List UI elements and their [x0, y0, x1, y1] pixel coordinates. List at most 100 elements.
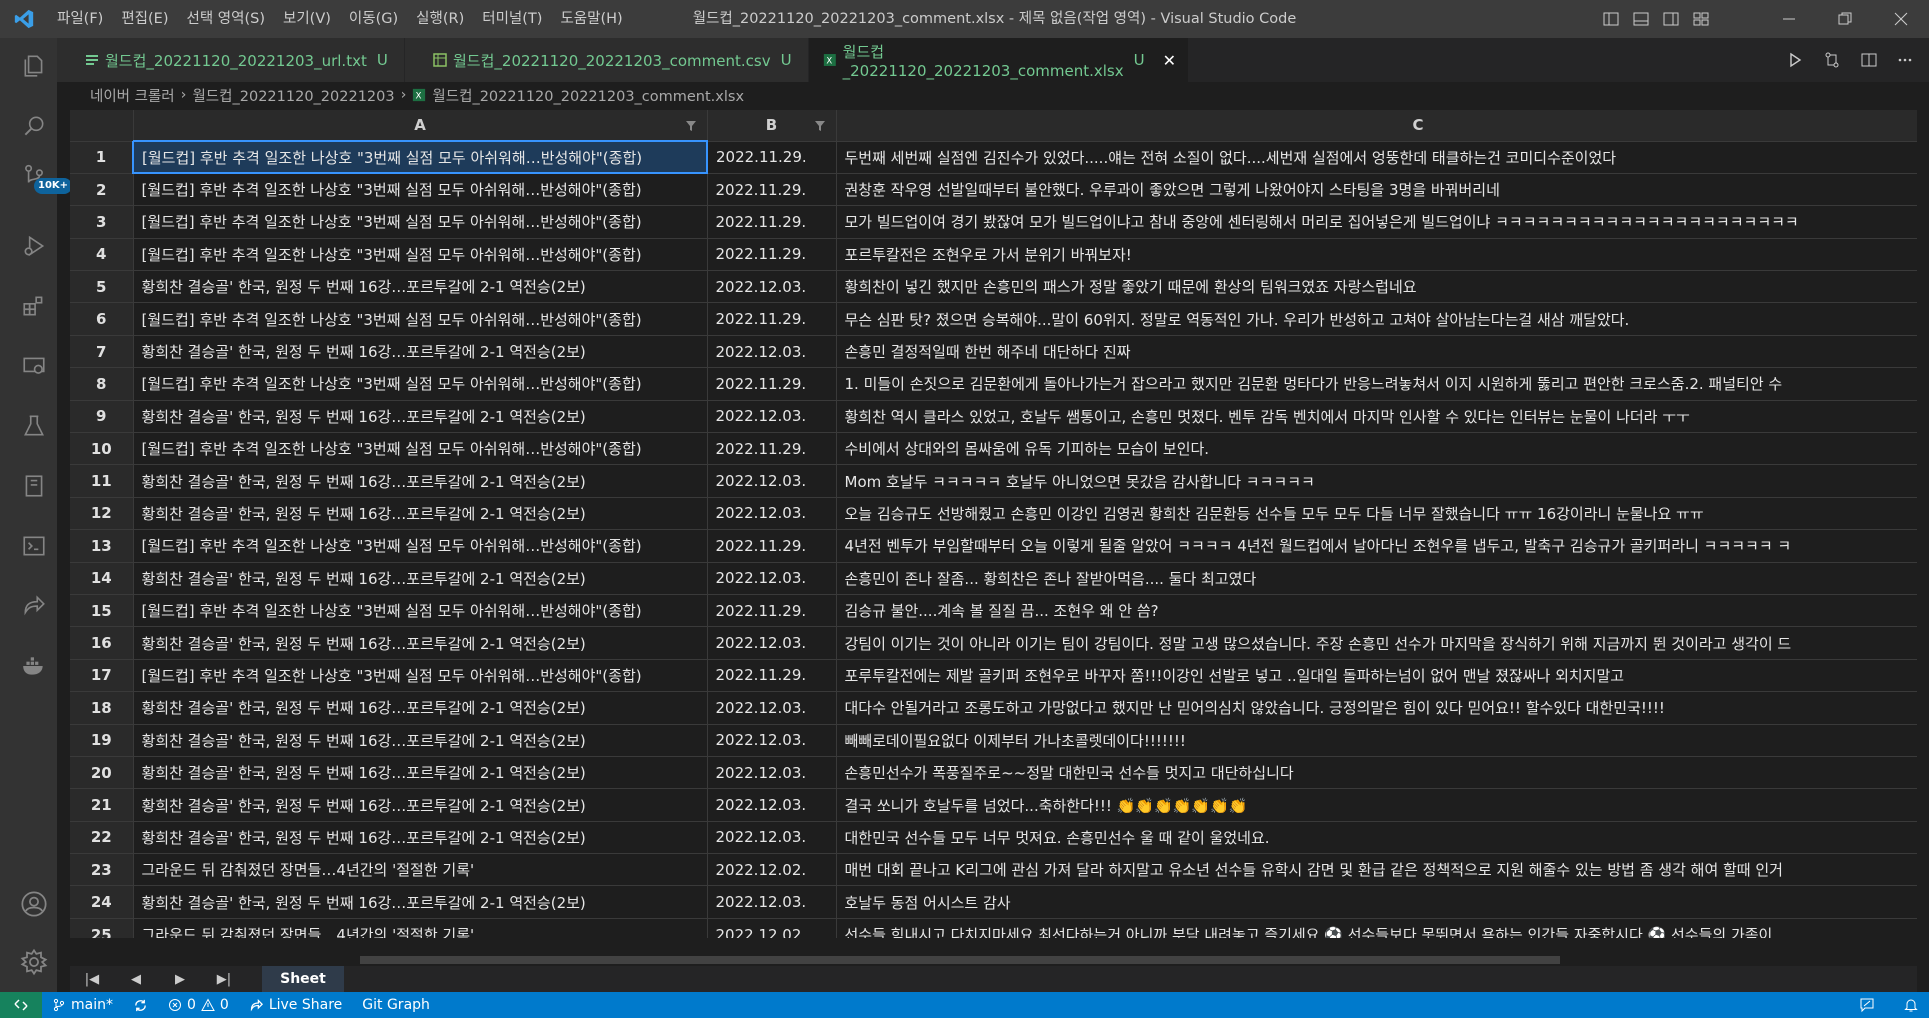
menu-run[interactable]: 실행(R) — [407, 0, 473, 38]
cell-comment[interactable]: Mom 호날두 ㅋㅋㅋㅋㅋ 호날두 아니었으면 못갔음 감사합니다 ㅋㅋㅋㅋㅋ — [836, 464, 1917, 498]
menu-edit[interactable]: 편집(E) — [112, 0, 177, 38]
cell-comment[interactable]: 오늘 김승규도 선방해줬고 손흥민 이강인 김영권 황희찬 김문환등 선수들 모… — [836, 497, 1917, 531]
row-number[interactable]: 2 — [70, 173, 134, 207]
cell-title[interactable]: 황희찬 결승골' 한국, 원정 두 번째 16강…포르투갈에 2-1 역전승(2… — [133, 464, 708, 498]
cell-title[interactable]: [월드컵] 후반 추격 일조한 나상호 "3번째 실점 모두 아쉬워해…반성해야… — [133, 432, 708, 466]
cell-title[interactable]: 황희찬 결승골' 한국, 원정 두 번째 16강…포르투갈에 2-1 역전승(2… — [133, 400, 708, 434]
toggle-panel-icon[interactable] — [1633, 11, 1649, 27]
horizontal-scrollbar[interactable] — [360, 956, 1560, 964]
row-number[interactable]: 12 — [70, 497, 134, 531]
more-actions-icon[interactable] — [1897, 52, 1913, 68]
cell-comment[interactable]: 호날두 동점 어시스트 감사 — [836, 885, 1917, 919]
row-number[interactable]: 14 — [70, 562, 134, 595]
cell-date[interactable]: 2022.11.29. — [707, 594, 837, 628]
row-number[interactable]: 15 — [70, 594, 134, 628]
row-number[interactable]: 23 — [70, 853, 134, 887]
toggle-primary-sidebar-icon[interactable] — [1603, 11, 1619, 27]
cell-title[interactable]: 황희찬 결승골' 한국, 원정 두 번째 16강…포르투갈에 2-1 역전승(2… — [133, 335, 708, 369]
cell-date[interactable]: 2022.12.02. — [707, 853, 837, 887]
feedback-icon[interactable] — [1859, 997, 1875, 1013]
tab-comment-csv[interactable]: 월드컵_20221120_20221203_comment.csv U — [405, 38, 809, 82]
next-sheet-icon[interactable]: ▶ — [158, 972, 202, 987]
accounts-icon[interactable] — [10, 880, 57, 928]
cell-title[interactable]: [월드컵] 후반 추격 일조한 나상호 "3번째 실점 모두 아쉬워해…반성해야… — [133, 238, 708, 272]
menu-view[interactable]: 보기(V) — [274, 0, 340, 38]
row-number[interactable]: 8 — [70, 367, 134, 401]
cell-comment[interactable]: 황희찬이 넣긴 했지만 손흥민의 패스가 정말 좋았기 때문에 환상의 팀워크였… — [836, 270, 1917, 304]
cell-title[interactable]: 그라운드 뒤 감춰졌던 장면들…4년간의 '절절한 기록' — [133, 853, 708, 887]
row-number[interactable]: 1 — [70, 141, 134, 174]
tab-comment-xlsx[interactable]: X 월드컵_20221120_20221203_comment.xlsx U ✕ — [809, 38, 1189, 82]
notebook-icon[interactable] — [10, 462, 57, 510]
cell-comment[interactable]: 대한민국 선수들 모두 너무 멋져요. 손흥민선수 울 때 같이 울었네요. — [836, 821, 1917, 855]
row-number[interactable]: 22 — [70, 821, 134, 855]
split-editor-icon[interactable] — [1861, 52, 1877, 68]
prev-sheet-icon[interactable]: ◀ — [114, 972, 158, 987]
cell-date[interactable]: 2022.11.29. — [707, 367, 837, 401]
breadcrumb-item-file[interactable]: 월드컵_20221120_20221203_comment.xlsx — [432, 85, 744, 106]
cell-title[interactable]: [월드컵] 후반 추격 일조한 나상호 "3번째 실점 모두 아쉬워해…반성해야… — [133, 594, 708, 628]
cell-title[interactable]: [월드컵] 후반 추격 일조한 나상호 "3번째 실점 모두 아쉬워해…반성해야… — [133, 302, 708, 336]
menu-selection[interactable]: 선택 영역(S) — [178, 0, 275, 38]
first-sheet-icon[interactable]: |◀ — [70, 972, 114, 987]
column-header-b[interactable]: B — [707, 110, 837, 142]
cell-comment[interactable]: 황희찬 역시 클라스 있었고, 호날두 쌤통이고, 손흥민 멋졌다. 벤투 감독… — [836, 400, 1917, 434]
row-number[interactable]: 16 — [70, 626, 134, 660]
cell-title[interactable]: 황희찬 결승골' 한국, 원정 두 번째 16강…포르투갈에 2-1 역전승(2… — [133, 788, 708, 822]
minimize-icon[interactable] — [1761, 0, 1817, 38]
row-number[interactable]: 21 — [70, 788, 134, 822]
cell-comment[interactable]: 선수들 힘내시고 다치지마세요 최선다하는거 아니까 부담 내려놓고 즐기세요 … — [836, 918, 1917, 938]
close-tab-icon[interactable]: ✕ — [1163, 51, 1176, 70]
cell-title[interactable]: 황희찬 결승골' 한국, 원정 두 번째 16강…포르투갈에 2-1 역전승(2… — [133, 756, 708, 790]
column-header-c[interactable]: C — [836, 110, 1917, 142]
toggle-secondary-sidebar-icon[interactable] — [1663, 11, 1679, 27]
problems-indicator[interactable]: 0 0 — [158, 997, 239, 1013]
cell-comment[interactable]: 모가 빌드업이여 경기 봤잖여 모가 빌드업이냐고 참내 중앙에 센터링해서 머… — [836, 205, 1917, 239]
run-icon[interactable] — [1787, 52, 1803, 68]
filter-icon[interactable] — [685, 118, 697, 136]
row-number[interactable]: 9 — [70, 400, 134, 434]
cell-date[interactable]: 2022.11.29. — [707, 302, 837, 336]
cell-comment[interactable]: 대다수 안될거라고 조롱도하고 가망없다고 했지만 난 믿어의심치 않았습니다.… — [836, 691, 1917, 725]
notifications-bell-icon[interactable] — [1903, 997, 1919, 1013]
cell-comment[interactable]: 포루투칼전에는 제발 골키퍼 조현우로 바꾸자 쫌!!!이강인 선발로 넣고 .… — [836, 659, 1917, 693]
cell-title[interactable]: 황희찬 결승골' 한국, 원정 두 번째 16강…포르투갈에 2-1 역전승(2… — [133, 724, 708, 757]
close-window-icon[interactable] — [1873, 0, 1929, 38]
open-changes-icon[interactable] — [1823, 51, 1841, 69]
tab-url-txt[interactable]: 월드컵_20221120_20221203_url.txt U — [57, 38, 405, 82]
cell-date[interactable]: 2022.12.03. — [707, 335, 837, 369]
menu-file[interactable]: 파일(F) — [48, 0, 112, 38]
cell-comment[interactable]: 빼빼로데이필요없다 이제부터 가나초콜렛데이다!!!!!!! — [836, 724, 1917, 757]
explorer-icon[interactable] — [10, 42, 57, 90]
cell-date[interactable]: 2022.12.03. — [707, 724, 837, 757]
remote-indicator-icon[interactable] — [0, 992, 42, 1018]
row-number[interactable]: 11 — [70, 464, 134, 498]
cell-comment[interactable]: 무슨 심판 탓? 졌으면 승복해야...말이 60위지. 정말로 역동적인 가나… — [836, 302, 1917, 336]
cell-date[interactable]: 2022.12.02. — [707, 918, 837, 938]
settings-gear-icon[interactable] — [10, 938, 57, 986]
cell-comment[interactable]: 결국 쏘니가 호날두를 넘었다...축하한다!!! 👏👏👏👏👏👏👏 — [836, 788, 1917, 822]
cell-date[interactable]: 2022.12.03. — [707, 756, 837, 790]
cell-date[interactable]: 2022.11.29. — [707, 173, 837, 207]
breadcrumb-item-root[interactable]: 네이버 크롤러 — [90, 85, 175, 106]
cell-date[interactable]: 2022.11.29. — [707, 529, 837, 563]
cell-title[interactable]: 황희찬 결승골' 한국, 원정 두 번째 16강…포르투갈에 2-1 역전승(2… — [133, 821, 708, 855]
cell-date[interactable]: 2022.12.03. — [707, 562, 837, 595]
cell-comment[interactable]: 매번 대회 끝나고 K리그에 관심 가져 달라 하지말고 유소년 선수들 유학시… — [836, 853, 1917, 887]
menu-go[interactable]: 이동(G) — [340, 0, 407, 38]
remote-explorer-icon[interactable] — [10, 342, 57, 390]
cell-date[interactable]: 2022.12.03. — [707, 400, 837, 434]
filter-icon[interactable] — [814, 118, 826, 136]
live-share-button[interactable]: Live Share — [239, 997, 352, 1013]
docker-icon[interactable] — [10, 642, 57, 690]
row-number[interactable]: 19 — [70, 724, 134, 757]
terminal-icon[interactable] — [10, 522, 57, 570]
cell-date[interactable]: 2022.11.29. — [707, 238, 837, 272]
run-debug-icon[interactable] — [10, 222, 57, 270]
cell-comment[interactable]: 손흥민이 존나 잘좀... 황희찬은 존나 잘받아먹음.... 둘다 최고였다 — [836, 562, 1917, 595]
cell-date[interactable]: 2022.12.03. — [707, 788, 837, 822]
git-graph-button[interactable]: Git Graph — [352, 997, 440, 1013]
row-number[interactable]: 10 — [70, 432, 134, 466]
cell-title[interactable]: [월드컵] 후반 추격 일조한 나상호 "3번째 실점 모두 아쉬워해…반성해야… — [133, 205, 708, 239]
menu-terminal[interactable]: 터미널(T) — [473, 0, 551, 38]
